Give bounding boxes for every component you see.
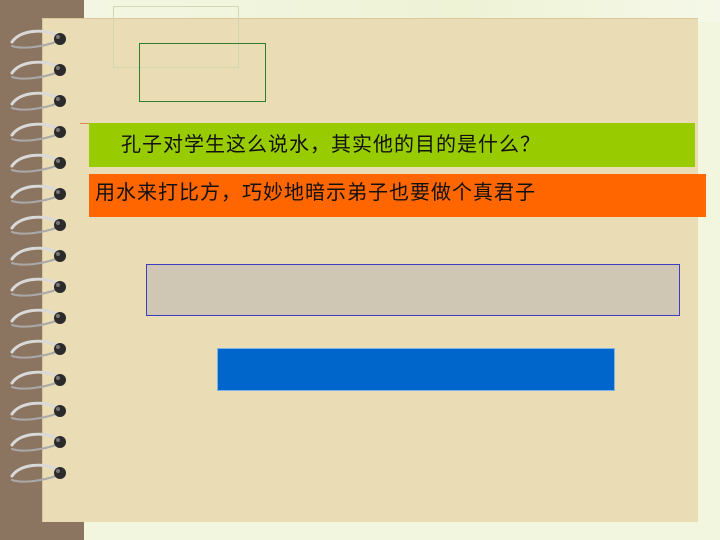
binding-ring — [10, 463, 66, 483]
binding-ring — [10, 29, 66, 49]
binding-ring — [10, 339, 66, 359]
binding-ring — [10, 246, 66, 266]
spiral-binding-rings — [10, 29, 66, 483]
binding-ring — [10, 432, 66, 452]
answer-text: 用水来打比方，巧妙地暗示弟子也要做个真君子 — [95, 180, 536, 204]
binding-ring — [10, 153, 66, 173]
binding-ring — [10, 401, 66, 421]
blue-empty-box — [217, 348, 615, 391]
slide-canvas: 孔子对学生这么说水，其实他的目的是什么？ 用水来打比方，巧妙地暗示弟子也要做个真… — [0, 0, 720, 540]
binding-ring — [10, 308, 66, 328]
green-outline-frame — [139, 43, 266, 102]
binding-ring — [10, 60, 66, 80]
binding-ring — [10, 91, 66, 111]
question-text: 孔子对学生这么说水，其实他的目的是什么？ — [121, 132, 541, 156]
binding-ring — [10, 215, 66, 235]
binding-ring — [10, 122, 66, 142]
binding-ring — [10, 277, 66, 297]
binding-ring — [10, 184, 66, 204]
binding-ring — [10, 370, 66, 390]
gray-empty-box — [146, 264, 680, 316]
